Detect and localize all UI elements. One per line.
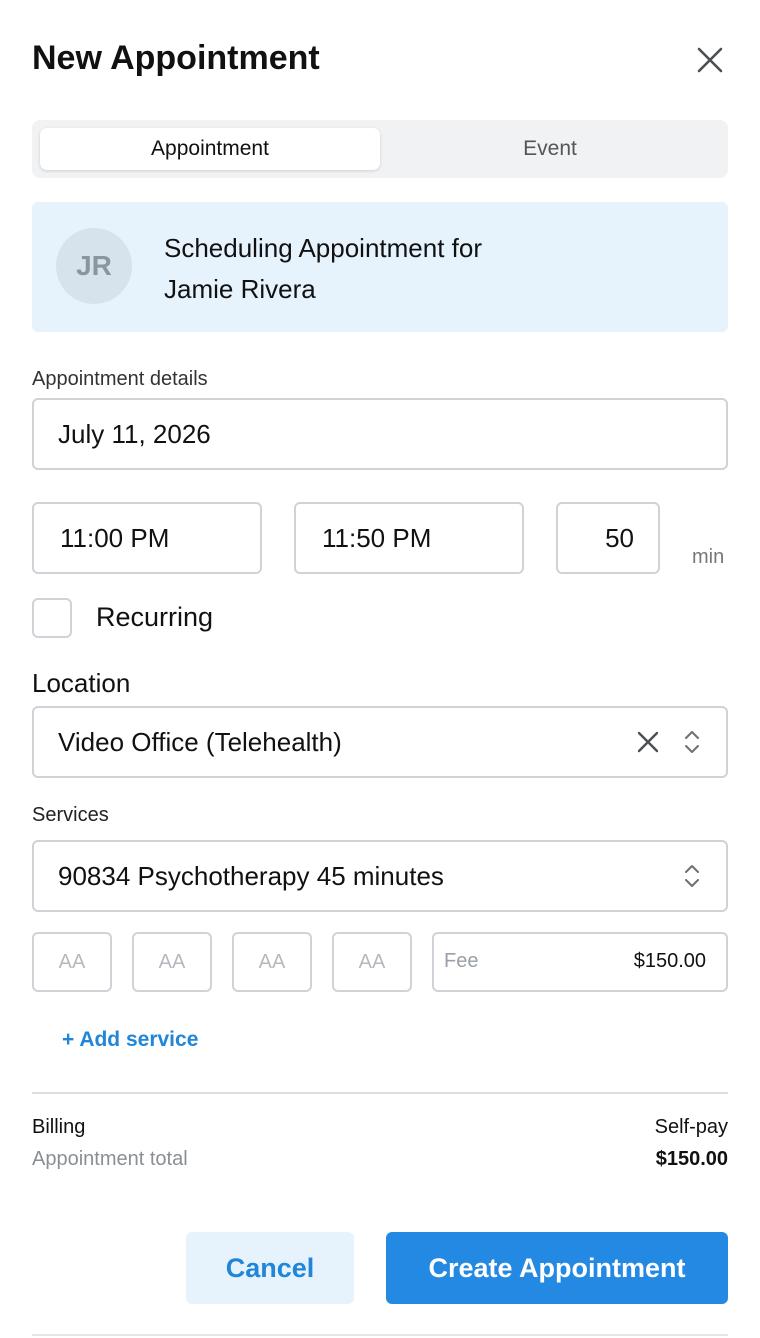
end-time-field[interactable] [294,502,524,574]
fee-value: $150.00 [633,950,706,972]
billing-value: Self-pay [654,1116,728,1138]
appointment-type-toggle: Appointment Event [32,120,728,178]
dialog-title: New Appointment [32,39,320,77]
recurring-label: Recurring [96,602,214,632]
chevron-up-down-icon [685,865,699,887]
tab-event[interactable]: Event [380,128,720,170]
create-appointment-button[interactable]: Create Appointment [386,1232,728,1304]
footer-divider [32,1334,728,1336]
appointment-details-label: Appointment details [32,368,208,390]
billing-label: Billing [32,1116,86,1138]
date-input[interactable] [34,400,726,468]
clear-location-button[interactable] [634,728,662,756]
modifier-field-2[interactable]: AA [132,932,212,992]
scheduling-line: Scheduling Appointment for [164,233,482,263]
avatar: JR [56,228,132,304]
close-button[interactable] [690,40,730,80]
clear-icon [637,731,659,753]
modifier-field-4[interactable]: AA [332,932,412,992]
close-icon [697,47,723,73]
appointment-total-value: $150.00 [655,1148,728,1170]
modifier-field-3[interactable]: AA [232,932,312,992]
divider [32,1092,728,1094]
recurring-checkbox[interactable] [32,598,72,638]
location-label: Location [32,668,131,698]
client-card: JR Scheduling Appointment for Jamie Rive… [32,202,728,332]
service-dropdown-toggle[interactable] [680,862,704,890]
fee-label: Fee [444,950,479,972]
start-time-field[interactable] [32,502,262,574]
end-time-input[interactable] [296,504,522,572]
location-value: Video Office (Telehealth) [58,726,342,757]
location-select[interactable]: Video Office (Telehealth) [32,706,728,778]
client-info: Scheduling Appointment for Jamie Rivera [164,228,684,310]
chevron-up-down-icon [685,731,699,753]
location-dropdown-toggle[interactable] [680,728,704,756]
duration-field[interactable] [556,502,660,574]
services-label: Services [32,804,109,826]
client-name: Jamie Rivera [164,274,316,304]
date-field[interactable] [32,398,728,470]
start-time-input[interactable] [34,504,260,572]
tab-appointment[interactable]: Appointment [40,128,380,170]
appointment-total-label: Appointment total [32,1148,188,1170]
new-appointment-dialog: New Appointment Appointment Event JR Sch… [0,0,760,1338]
duration-input[interactable] [558,504,658,572]
duration-unit-label: min [692,546,725,568]
service-value: 90834 Psychotherapy 45 minutes [58,860,444,891]
service-select[interactable]: 90834 Psychotherapy 45 minutes [32,840,728,912]
modifier-field-1[interactable]: AA [32,932,112,992]
fee-field[interactable]: Fee $150.00 [432,932,728,992]
cancel-button[interactable]: Cancel [186,1232,354,1304]
add-service-link[interactable]: + Add service [62,1028,198,1052]
